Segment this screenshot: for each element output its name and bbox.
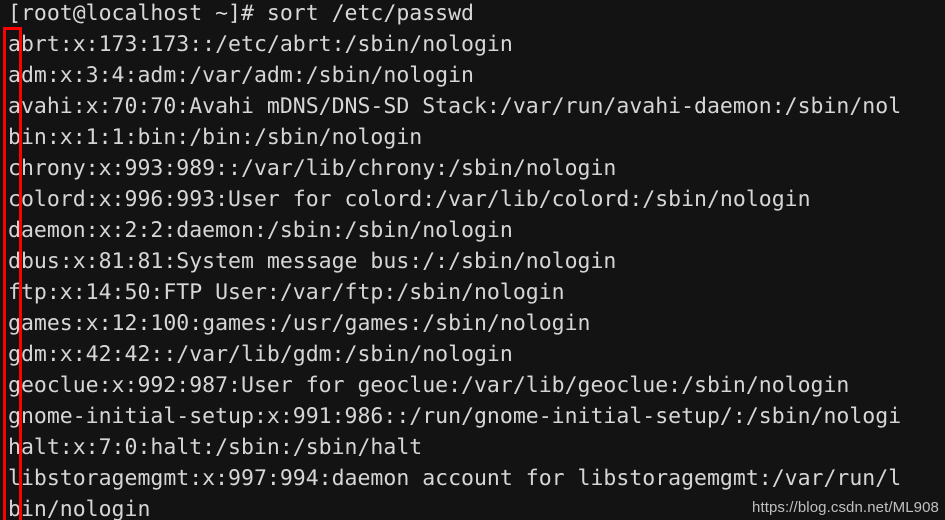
terminal-output-line: avahi:x:70:70:Avahi mDNS/DNS-SD Stack:/v… [8,94,902,119]
terminal-screenshot: [root@localhost ~]# sort /etc/passwd abrt… [0,0,945,520]
terminal-output-line: bin:x:1:1:bin:/bin:/sbin/nologin [8,125,423,150]
terminal-output-line: abrt:x:173:173::/etc/abrt:/sbin/nologin [8,32,513,57]
terminal-output-area[interactable]: [root@localhost ~]# sort /etc/passwd abrt… [0,0,945,520]
terminal-output-line: bin/nologin [8,497,151,520]
terminal-output-line: games:x:12:100:games:/usr/games:/sbin/no… [8,311,591,336]
terminal-output-line: dbus:x:81:81:System message bus:/:/sbin/… [8,249,617,274]
terminal-output-line: gnome-initial-setup:x:991:986::/run/gnom… [8,404,902,429]
terminal-output-line: geoclue:x:992:987:User for geoclue:/var/… [8,373,850,398]
terminal-prompt-line: [root@localhost ~]# sort /etc/passwd [8,1,474,26]
terminal-output-line: adm:x:3:4:adm:/var/adm:/sbin/nologin [8,63,474,88]
watermark-url: https://blog.csdn.net/ML908 [752,499,939,516]
terminal-output-line: libstoragemgmt:x:997:994:daemon account … [8,466,902,491]
terminal-output-line: colord:x:996:993:User for colord:/var/li… [8,187,811,212]
terminal-output-line: ftp:x:14:50:FTP User:/var/ftp:/sbin/nolo… [8,280,565,305]
terminal-output-line: chrony:x:993:989::/var/lib/chrony:/sbin/… [8,156,617,181]
terminal-output-line: halt:x:7:0:halt:/sbin:/sbin/halt [8,435,423,460]
terminal-output-line: daemon:x:2:2:daemon:/sbin:/sbin/nologin [8,218,513,243]
terminal-output-line: gdm:x:42:42::/var/lib/gdm:/sbin/nologin [8,342,513,367]
